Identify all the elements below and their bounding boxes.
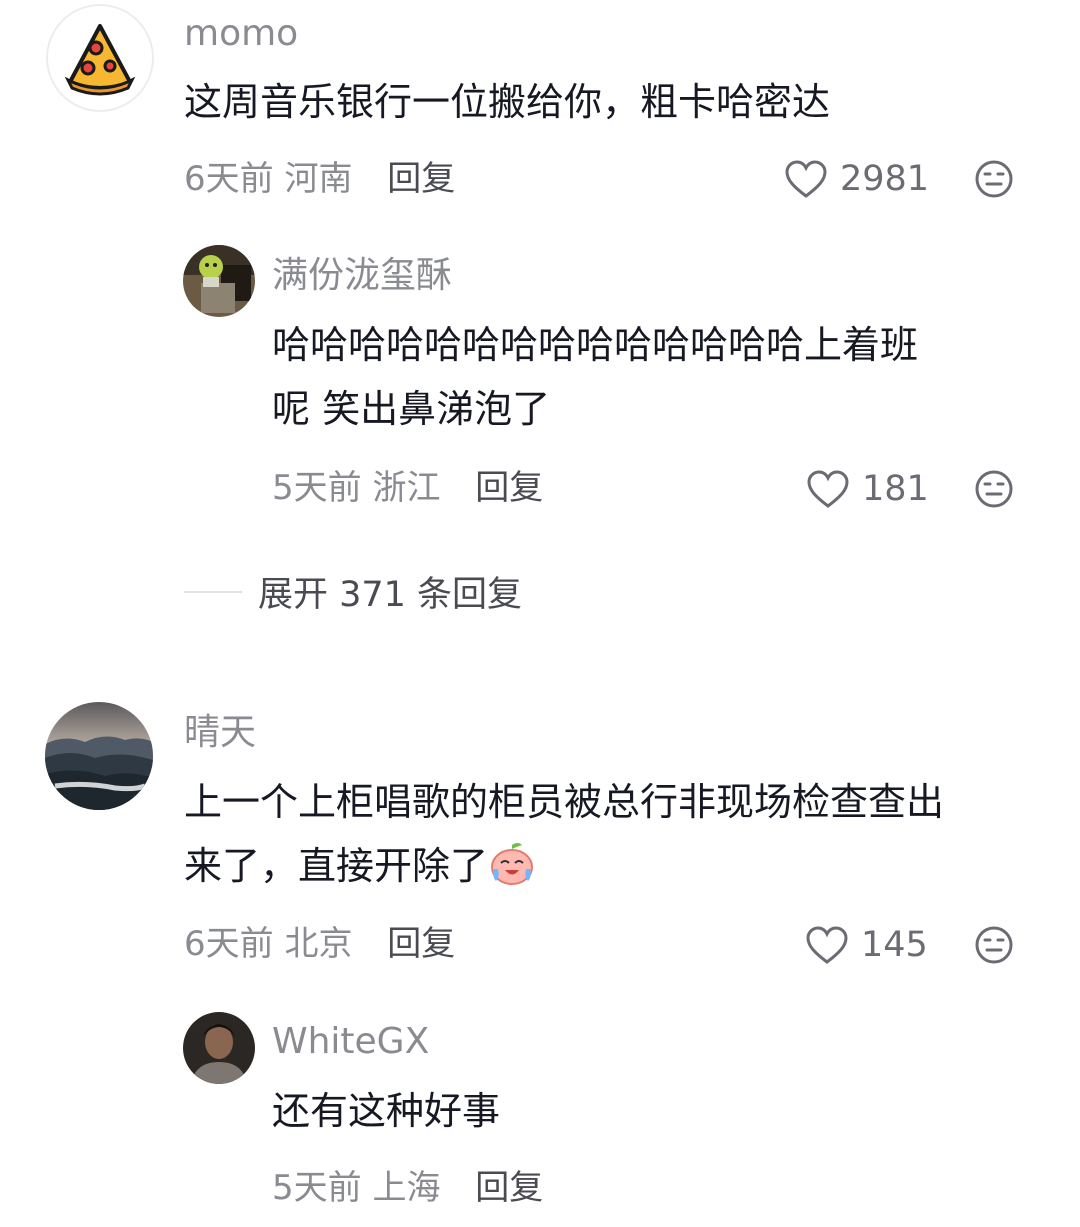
like-count: 181: [862, 468, 929, 509]
crying-laughing-peach-emoji-icon: [488, 839, 536, 887]
reply-button[interactable]: 回复: [387, 924, 455, 964]
meh-face-icon: [975, 160, 1013, 198]
user-photo-icon: [183, 245, 255, 317]
like-button[interactable]: 145: [805, 925, 928, 965]
username[interactable]: 晴天: [184, 715, 256, 751]
like-count: 2981: [840, 158, 930, 199]
reply-text-line: 呢 笑出鼻涕泡了: [272, 387, 551, 431]
reply-location: 上海: [372, 1168, 441, 1208]
expand-replies-button[interactable]: 展开 371 条回复: [184, 566, 522, 617]
comment-text: 这周音乐银行一位搬给你，粗卡哈密达: [184, 80, 831, 124]
avatar[interactable]: [45, 702, 153, 810]
reply-time: 5天前: [272, 468, 362, 508]
reply-text: 还有这种好事: [272, 1089, 501, 1133]
reply-button[interactable]: 回复: [475, 1168, 543, 1208]
user-photo-icon: [183, 1012, 255, 1084]
meh-face-icon: [975, 926, 1013, 964]
comment-meta: 6天前 河南 回复: [184, 162, 455, 196]
username[interactable]: 满份泷玺酥: [272, 258, 452, 294]
dislike-button[interactable]: [974, 925, 1014, 965]
comment-text-line: 上一个上柜唱歌的柜员被总行非现场检查查出: [184, 780, 945, 824]
reply-time: 5天前: [272, 1168, 362, 1208]
heart-outline-icon: [806, 926, 848, 964]
username[interactable]: momo: [184, 16, 298, 52]
meh-face-icon: [975, 470, 1013, 508]
comment-text: 上一个上柜唱歌的柜员被总行非现场检查查出 来了，直接开除了: [184, 770, 944, 898]
dislike-button[interactable]: [974, 469, 1014, 509]
like-button[interactable]: 181: [806, 469, 929, 509]
reply-button[interactable]: 回复: [387, 159, 455, 199]
landscape-photo-icon: [45, 702, 153, 810]
reply-meta: 5天前 浙江 回复: [272, 471, 543, 505]
comment-location: 河南: [284, 159, 353, 199]
reply-button[interactable]: 回复: [475, 468, 543, 508]
avatar[interactable]: [183, 245, 255, 317]
pizza-icon: [46, 4, 154, 112]
avatar[interactable]: [46, 4, 154, 112]
comment-location: 北京: [284, 924, 353, 964]
reply-meta: 5天前 上海 回复: [272, 1171, 543, 1205]
like-button[interactable]: 2981: [784, 159, 929, 199]
comment-time: 6天前: [184, 924, 274, 964]
dislike-button[interactable]: [974, 159, 1014, 199]
like-count: 145: [861, 924, 928, 965]
comment-text-line-content: 来了，直接开除了: [184, 844, 489, 888]
comment-text-line: 来了，直接开除了: [184, 834, 944, 898]
heart-outline-icon: [785, 160, 827, 198]
expand-replies-label: 展开 371 条回复: [258, 575, 523, 615]
reply-location: 浙江: [372, 468, 441, 508]
username[interactable]: WhiteGX: [272, 1024, 429, 1060]
comment-meta: 6天前 北京 回复: [184, 927, 455, 961]
reply-text-line: 哈哈哈哈哈哈哈哈哈哈哈哈哈哈上着班: [272, 323, 919, 367]
reply-text: 哈哈哈哈哈哈哈哈哈哈哈哈哈哈上着班 呢 笑出鼻涕泡了: [272, 313, 918, 441]
heart-outline-icon: [807, 470, 849, 508]
divider: [184, 590, 242, 593]
comment-time: 6天前: [184, 159, 274, 199]
avatar[interactable]: [183, 1012, 255, 1084]
